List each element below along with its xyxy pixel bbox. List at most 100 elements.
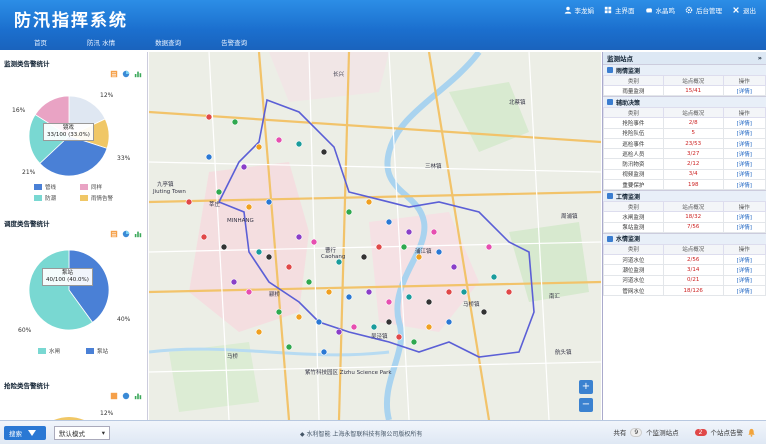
section-header[interactable]: 水情监测 — [603, 232, 766, 244]
station-marker[interactable] — [425, 298, 433, 306]
station-marker[interactable] — [490, 273, 498, 281]
station-marker[interactable] — [265, 198, 273, 206]
station-marker[interactable] — [410, 338, 418, 346]
station-marker[interactable] — [215, 188, 223, 196]
station-marker[interactable] — [400, 243, 408, 251]
collapse-icon[interactable]: » — [758, 54, 762, 62]
table-view-icon[interactable] — [110, 230, 118, 238]
zoom-out-button[interactable]: − — [579, 398, 593, 412]
table-view-icon[interactable] — [110, 392, 118, 400]
legend-item[interactable]: 防潮 — [34, 194, 56, 202]
station-marker[interactable] — [255, 143, 263, 151]
bar-view-icon[interactable] — [134, 230, 142, 238]
legend-item[interactable]: 同样 — [80, 183, 102, 191]
bar-view-icon[interactable] — [134, 70, 142, 78]
station-marker[interactable] — [205, 113, 213, 121]
bell-icon[interactable] — [747, 428, 756, 437]
station-marker[interactable] — [350, 323, 358, 331]
station-marker[interactable] — [485, 243, 493, 251]
alarm-count[interactable]: 2 — [694, 428, 707, 436]
station-marker[interactable] — [335, 328, 343, 336]
station-marker[interactable] — [345, 208, 353, 216]
user-menu[interactable]: 李龙娟 — [564, 5, 594, 15]
pie-view-icon[interactable] — [122, 70, 130, 78]
station-marker[interactable] — [275, 308, 283, 316]
station-marker[interactable] — [305, 278, 313, 286]
legend-item[interactable]: 泵站 — [86, 347, 108, 355]
station-marker[interactable] — [205, 153, 213, 161]
map-view[interactable]: 长兴 北蔡镇 三林镇 九亭镇 Jiuting Town MINHANG 莘庄 曹… — [149, 52, 601, 420]
search-button[interactable]: 搜索 — [4, 426, 46, 440]
station-marker[interactable] — [231, 118, 239, 126]
station-marker[interactable] — [405, 228, 413, 236]
station-marker[interactable] — [480, 308, 488, 316]
station-marker[interactable] — [445, 288, 453, 296]
station-marker[interactable] — [200, 233, 208, 241]
section-header[interactable]: 辅助决策 — [603, 96, 766, 108]
station-marker[interactable] — [430, 228, 438, 236]
zoom-in-button[interactable]: + — [579, 380, 593, 394]
station-marker[interactable] — [435, 248, 443, 256]
station-marker[interactable] — [285, 343, 293, 351]
station-marker[interactable] — [320, 348, 328, 356]
detail-link[interactable]: [详情] — [722, 264, 766, 276]
station-marker[interactable] — [295, 233, 303, 241]
nav-home[interactable]: 首页 — [24, 34, 57, 50]
nav-flood[interactable]: 防汛 水情 — [77, 34, 125, 50]
station-marker[interactable] — [320, 148, 328, 156]
station-marker[interactable] — [275, 136, 283, 144]
station-marker[interactable] — [245, 288, 253, 296]
station-marker[interactable] — [255, 328, 263, 336]
station-marker[interactable] — [385, 218, 393, 226]
station-marker[interactable] — [460, 288, 468, 296]
station-marker[interactable] — [295, 140, 303, 148]
station-marker[interactable] — [360, 253, 368, 261]
station-marker[interactable] — [285, 263, 293, 271]
station-marker[interactable] — [185, 198, 193, 206]
legend-item[interactable]: 水闸 — [38, 347, 60, 355]
pie-view-icon[interactable] — [122, 392, 130, 400]
station-marker[interactable] — [445, 318, 453, 326]
station-marker[interactable] — [315, 318, 323, 326]
station-marker[interactable] — [365, 198, 373, 206]
table-view-icon[interactable] — [110, 70, 118, 78]
detail-link[interactable]: [详情] — [722, 179, 766, 191]
detail-link[interactable]: [详情] — [722, 253, 766, 266]
detail-link[interactable]: [详情] — [722, 137, 766, 150]
nav-data-query[interactable]: 数据查询 — [145, 34, 191, 50]
detail-link[interactable]: [详情] — [722, 148, 766, 160]
station-marker[interactable] — [240, 163, 248, 171]
detail-link[interactable]: [详情] — [722, 168, 766, 181]
section-header[interactable]: 工情监测 — [603, 190, 766, 202]
admin-button[interactable]: 后台管理 — [685, 5, 722, 15]
detail-link[interactable]: [详情] — [722, 117, 766, 129]
dispatch-alarm-pie[interactable] — [27, 248, 111, 332]
station-marker[interactable] — [255, 248, 263, 256]
bar-view-icon[interactable] — [134, 392, 142, 400]
legend-item[interactable]: 雨情告警 — [80, 194, 113, 202]
station-marker[interactable] — [385, 318, 393, 326]
station-marker[interactable] — [505, 288, 513, 296]
station-marker[interactable] — [325, 288, 333, 296]
legend-item[interactable]: 管线 — [34, 183, 56, 191]
mode-select[interactable]: 默认模式 ▾ — [54, 426, 110, 440]
station-marker[interactable] — [385, 298, 393, 306]
station-marker[interactable] — [220, 243, 228, 251]
station-marker[interactable] — [365, 288, 373, 296]
detail-link[interactable]: [详情] — [722, 211, 766, 223]
station-marker[interactable] — [370, 323, 378, 331]
weather-button[interactable]: 水晶鸣 — [645, 5, 675, 15]
detail-link[interactable]: [详情] — [722, 221, 766, 233]
station-marker[interactable] — [375, 243, 383, 251]
detail-link[interactable]: [详情] — [722, 84, 766, 97]
detail-link[interactable]: [详情] — [722, 127, 766, 139]
map-canvas[interactable] — [149, 52, 601, 420]
station-marker[interactable] — [230, 278, 238, 286]
section-header[interactable]: 雨情监测 — [603, 64, 766, 75]
station-marker[interactable] — [345, 293, 353, 301]
logout-button[interactable]: 退出 — [732, 5, 756, 15]
home-button[interactable]: 主界面 — [604, 5, 635, 15]
nav-alarm-query[interactable]: 告警查询 — [211, 34, 257, 50]
station-marker[interactable] — [265, 253, 273, 261]
detail-link[interactable]: [详情] — [722, 158, 766, 170]
